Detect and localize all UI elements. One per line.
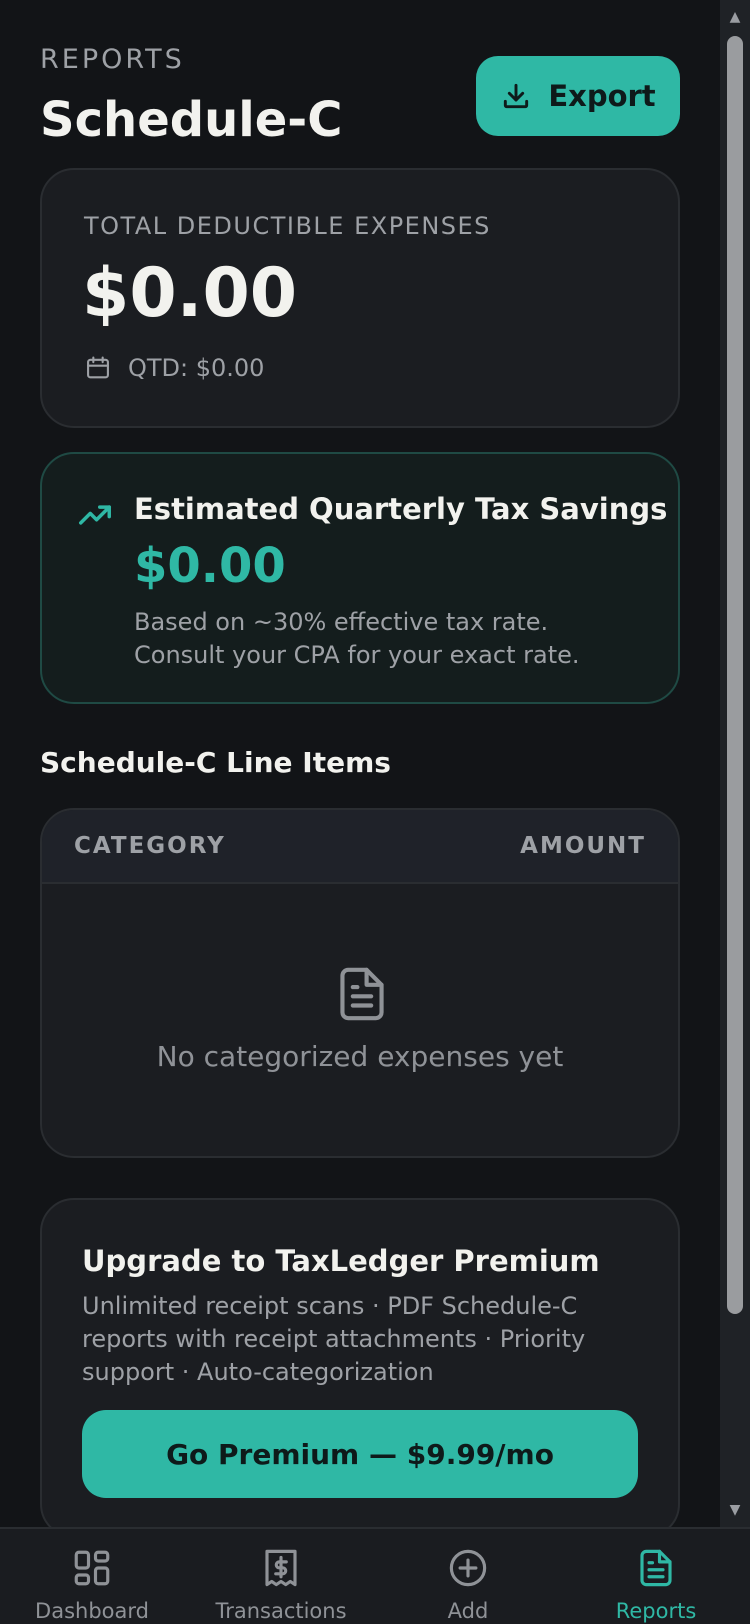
calendar-icon xyxy=(87,356,109,379)
document-icon xyxy=(340,967,384,1021)
savings-value: $0.00 xyxy=(134,538,286,594)
download-icon xyxy=(504,83,529,109)
scroll-down-arrow-icon[interactable]: ▼ xyxy=(720,1495,750,1525)
line-items-heading: Schedule-C Line Items xyxy=(40,746,391,779)
plus-circle-icon xyxy=(449,1549,487,1587)
nav-item-dashboard[interactable]: Dashboard xyxy=(17,1529,167,1624)
nav-label-dashboard: Dashboard xyxy=(35,1599,149,1623)
qtd-row: QTD: $0.00 xyxy=(84,354,264,382)
table-header: CATEGORY AMOUNT xyxy=(42,810,678,884)
scroll-up-arrow-icon[interactable]: ▲ xyxy=(720,2,750,32)
export-label: Export xyxy=(548,79,656,113)
go-premium-button[interactable]: Go Premium — $9.99/mo xyxy=(82,1410,638,1498)
tax-savings-card: Estimated Quarterly Tax Savings $0.00 Ba… xyxy=(40,452,680,704)
empty-state-text: No categorized expenses yet xyxy=(156,1040,564,1073)
nav-label-transactions: Transactions xyxy=(215,1599,347,1623)
nav-label-reports: Reports xyxy=(615,1599,697,1623)
column-amount: AMOUNT xyxy=(520,833,646,859)
nav-item-add[interactable]: Add xyxy=(393,1529,543,1624)
nav-item-reports[interactable]: Reports xyxy=(581,1529,731,1624)
reports-screen: REPORTS Schedule-C Export TOTAL DEDUCTIB… xyxy=(0,0,720,1527)
premium-upsell-card: Upgrade to TaxLedger Premium Unlimited r… xyxy=(40,1198,680,1527)
premium-title: Upgrade to TaxLedger Premium xyxy=(82,1244,600,1278)
total-expenses-card: TOTAL DEDUCTIBLE EXPENSES $0.00 QTD: $0.… xyxy=(40,168,680,428)
receipt-icon xyxy=(265,1549,297,1587)
column-category: CATEGORY xyxy=(74,833,226,859)
export-button[interactable]: Export xyxy=(476,56,680,136)
savings-title: Estimated Quarterly Tax Savings xyxy=(134,492,668,526)
nav-item-transactions[interactable]: Transactions xyxy=(206,1529,356,1624)
nav-label-add: Add xyxy=(447,1599,489,1623)
scrollbar-thumb[interactable] xyxy=(727,36,743,1314)
section-eyebrow: REPORTS xyxy=(40,44,185,75)
total-value: $0.00 xyxy=(82,254,298,333)
bottom-nav: Dashboard Transactions Add Reports xyxy=(0,1527,750,1624)
trending-up-icon xyxy=(79,505,111,525)
premium-description: Unlimited receipt scans · PDF Schedule-C… xyxy=(82,1292,586,1386)
dashboard-icon xyxy=(74,1550,110,1586)
report-icon xyxy=(640,1549,672,1587)
scrollbar[interactable]: ▲ ▼ xyxy=(720,0,750,1527)
line-items-table: CATEGORY AMOUNT No categorized expenses … xyxy=(40,808,680,1158)
page-title: Schedule-C xyxy=(40,92,343,148)
savings-note: Based on ~30% effective tax rate. Consul… xyxy=(134,608,580,669)
total-label: TOTAL DEDUCTIBLE EXPENSES xyxy=(84,212,491,240)
qtd-value: QTD: $0.00 xyxy=(128,354,265,382)
